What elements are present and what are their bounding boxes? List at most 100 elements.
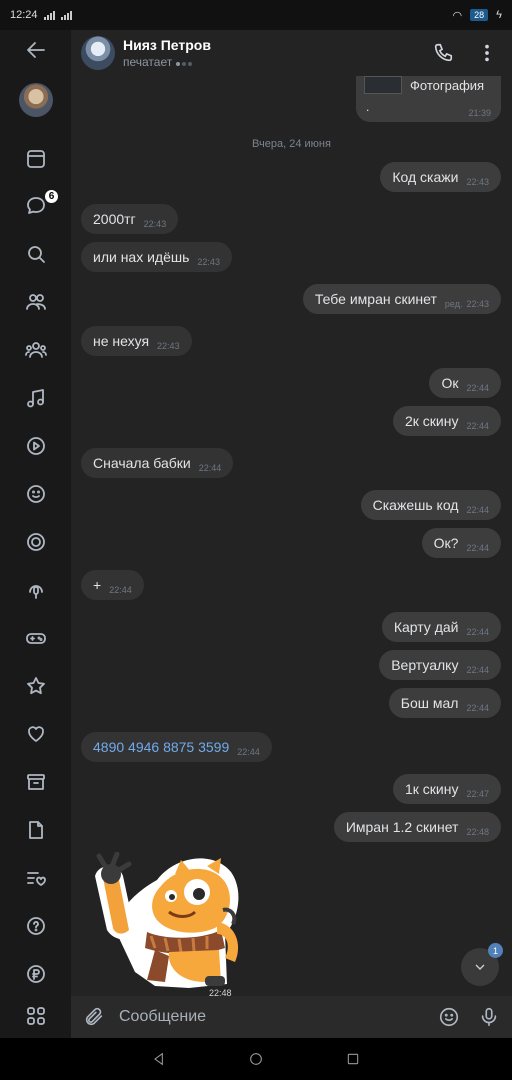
- message-time-value: 22:44: [198, 463, 222, 473]
- sidebar-item-podcasts[interactable]: [0, 570, 71, 610]
- contact-avatar[interactable]: [81, 36, 115, 70]
- message-time-value: 22:43: [157, 341, 180, 351]
- sidebar-item-documents[interactable]: [0, 810, 71, 850]
- signal-icon: [43, 10, 55, 20]
- message-time-value: 22:44: [466, 543, 489, 553]
- outgoing-message[interactable]: Карту дай 22:44: [381, 612, 501, 642]
- incoming-message[interactable]: 4890 4946 8875 3599 22:44: [81, 732, 272, 762]
- play-circle-icon: [26, 437, 45, 455]
- edited-label: ред.: [444, 299, 463, 309]
- sidebar-item-pay[interactable]: [0, 954, 71, 994]
- message-time: 22:43: [157, 341, 180, 351]
- sidebar-item-archive[interactable]: [0, 762, 71, 802]
- message-text: Ок: [441, 375, 459, 391]
- contact-name: Нияз Петров: [123, 37, 211, 53]
- incoming-message[interactable]: +22:44: [81, 570, 144, 600]
- nav-back-icon[interactable]: [151, 1051, 167, 1067]
- outgoing-message[interactable]: Ок? 22:44: [421, 528, 501, 558]
- message-list[interactable]: Фотография . 21:39 Вчера, 24 июня Код ск…: [71, 76, 512, 996]
- message-time: 22:44: [466, 627, 489, 637]
- outgoing-message[interactable]: Бош мал 22:44: [388, 688, 501, 718]
- list-heart-icon: [26, 872, 46, 886]
- message-text: 2к скину: [404, 413, 459, 429]
- back-button[interactable]: [0, 30, 71, 70]
- sidebar-item-communities[interactable]: [0, 330, 71, 370]
- message-time: 22:44: [237, 747, 260, 757]
- message-time-value: 22:47: [466, 789, 489, 799]
- message-input[interactable]: [119, 1008, 438, 1026]
- sidebar-item-stickers[interactable]: [0, 474, 71, 514]
- status-bar: 12:24 ◠ 28 ϟ: [0, 0, 512, 30]
- emoji-icon[interactable]: [438, 1006, 460, 1028]
- sidebar-item-games[interactable]: [0, 618, 71, 658]
- message-time-value: 22:44: [466, 505, 489, 515]
- sidebar-item-wishlist[interactable]: [0, 858, 71, 898]
- star-icon: [26, 677, 45, 695]
- scroll-down-button[interactable]: 1: [461, 943, 503, 986]
- phone-icon[interactable]: [432, 42, 454, 64]
- smile-icon: [26, 485, 45, 503]
- outgoing-message[interactable]: 1к скину 22:47: [392, 774, 501, 804]
- message-time-value: 22:44: [466, 421, 489, 431]
- sticker-time: 22:48: [209, 988, 232, 996]
- paperclip-icon[interactable]: [83, 1006, 105, 1028]
- contact-info[interactable]: Нияз Петров печатает: [123, 37, 211, 69]
- photo-caption: .: [366, 100, 370, 114]
- sidebar-item-messages[interactable]: 6: [0, 186, 71, 226]
- sidebar-item-bookmarks[interactable]: [0, 666, 71, 706]
- battery-indicator: 28: [470, 9, 489, 21]
- sidebar-item-news[interactable]: [0, 139, 71, 179]
- photo-thumbnail[interactable]: [364, 76, 402, 94]
- outgoing-message[interactable]: Ок 22:44: [429, 368, 501, 398]
- sidebar-item-likes[interactable]: [0, 714, 71, 754]
- signal-icon-2: [60, 10, 72, 20]
- message-time: 21:39: [468, 108, 491, 118]
- outgoing-message[interactable]: Имран 1.2 скинет 22:48: [333, 812, 501, 842]
- sidebar-item-search[interactable]: [0, 234, 71, 274]
- message-time: 22:44: [466, 421, 489, 431]
- outgoing-message[interactable]: Тебе имран скинет ред. 22:43: [302, 284, 501, 314]
- message-text[interactable]: 4890 4946 8875 3599: [93, 739, 229, 755]
- ruble-circle-icon: [26, 965, 45, 983]
- outgoing-message[interactable]: Вертуалку 22:44: [379, 650, 501, 680]
- messages-badge: 6: [43, 188, 60, 205]
- message-text: не нехуя: [93, 333, 150, 349]
- avatar: [18, 83, 53, 117]
- sidebar-item-music[interactable]: [0, 378, 71, 418]
- profile-avatar-button[interactable]: [0, 80, 71, 120]
- charging-icon: ϟ: [496, 9, 502, 21]
- message-time: 22:44: [466, 505, 489, 515]
- message-time-value: 22:43: [466, 177, 489, 187]
- message-text: Тебе имран скинет: [314, 291, 437, 307]
- incoming-message[interactable]: 2000тг 22:43: [81, 204, 179, 234]
- photo-message[interactable]: Фотография . 21:39: [356, 76, 501, 122]
- outgoing-message[interactable]: Код скажи 22:43: [380, 162, 501, 192]
- message-text: Карту дай: [393, 619, 459, 635]
- more-vertical-icon[interactable]: [476, 42, 498, 64]
- sidebar-item-friends[interactable]: [0, 282, 71, 322]
- message-text: 2000тг: [93, 211, 136, 227]
- incoming-message[interactable]: Сначала бабки 22:44: [81, 448, 234, 478]
- message-time-value: 22:44: [466, 627, 489, 637]
- date-separator: Вчера, 24 июня: [252, 138, 331, 150]
- sidebar-item-services[interactable]: [0, 996, 71, 1036]
- arrow-left-icon: [26, 42, 45, 58]
- microphone-icon[interactable]: [478, 1006, 500, 1028]
- outgoing-message[interactable]: Скажешь код 22:44: [360, 490, 501, 520]
- message-time: 22:48: [466, 827, 489, 837]
- fox-sticker[interactable]: [85, 852, 245, 992]
- message-time: 22:44: [466, 383, 489, 393]
- nav-recents-icon[interactable]: [345, 1051, 361, 1067]
- message-time-value: 22:43: [466, 299, 489, 309]
- sidebar-item-video[interactable]: [0, 426, 71, 466]
- incoming-message[interactable]: или нах идёшь 22:43: [81, 242, 232, 272]
- message-time: 22:44: [109, 585, 132, 595]
- message-time: 22:44: [466, 543, 489, 553]
- message-time: 22:44: [466, 665, 489, 675]
- sidebar-item-help[interactable]: [0, 906, 71, 946]
- incoming-message[interactable]: не нехуя 22:43: [81, 326, 192, 356]
- outgoing-message[interactable]: 2к скину 22:44: [392, 406, 501, 436]
- nav-home-icon[interactable]: [248, 1051, 264, 1067]
- sidebar-item-clips[interactable]: [0, 522, 71, 562]
- message-time-value: 22:43: [143, 219, 167, 229]
